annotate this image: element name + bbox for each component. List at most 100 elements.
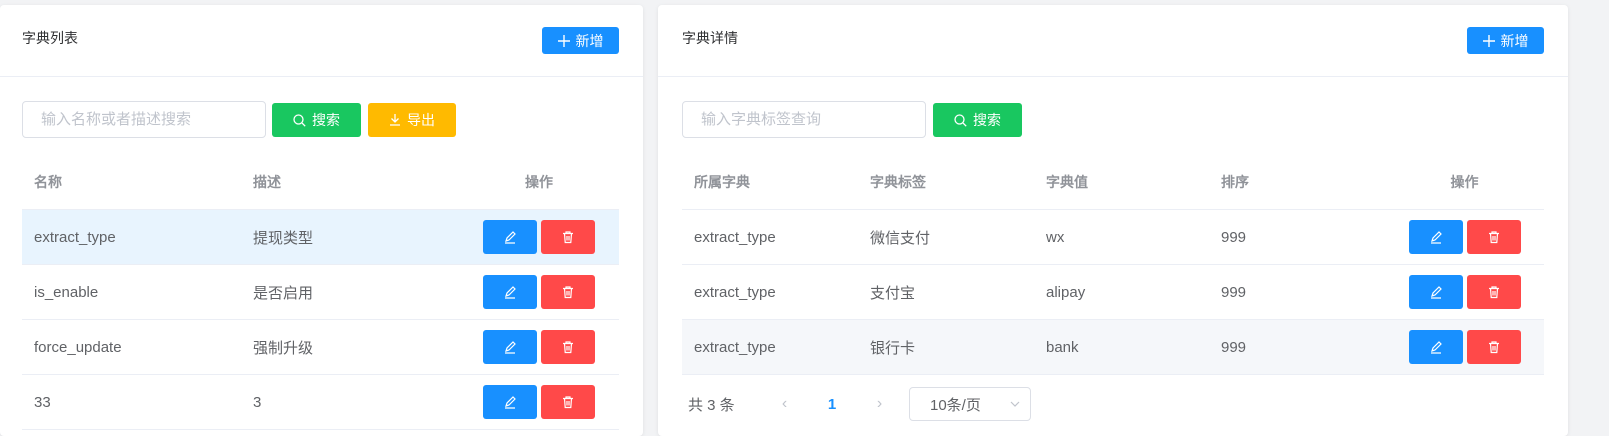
dict-detail-header: 字典详情 新增: [658, 5, 1568, 77]
dict-search-button[interactable]: 搜索: [272, 103, 361, 137]
table-row[interactable]: extract_type 银行卡 bank 999: [682, 320, 1544, 375]
table-row[interactable]: force_update 强制升级: [22, 320, 619, 375]
dict-detail-table-header: 所属字典 字典标签 字典值 排序 操作: [682, 155, 1544, 210]
dict-search-input[interactable]: [23, 102, 265, 137]
delete-button[interactable]: [541, 275, 595, 309]
table-row[interactable]: extract_type 提现类型: [22, 210, 619, 265]
cell-sort: 999: [1221, 228, 1247, 246]
cell-desc: 强制升级: [253, 339, 314, 357]
edit-button[interactable]: [1408, 220, 1463, 254]
cell-desc: 3: [253, 393, 262, 411]
cell-label: 银行卡: [870, 339, 916, 357]
trash-icon: [561, 230, 575, 244]
cell-name: is_enable: [34, 283, 99, 301]
table-row[interactable]: extract_type 微信支付 wx 999: [682, 210, 1544, 265]
add-dict-label: 新增: [575, 32, 604, 49]
edit-button[interactable]: [483, 385, 537, 419]
delete-button[interactable]: [541, 385, 595, 419]
plus-icon: [1482, 34, 1495, 47]
cell-name: force_update: [34, 338, 122, 356]
dict-list-title: 字典列表: [22, 30, 78, 46]
edit-icon: [1429, 285, 1443, 299]
cell-name: extract_type: [34, 228, 116, 246]
delete-button[interactable]: [1466, 330, 1521, 364]
dict-detail-title: 字典详情: [682, 30, 738, 46]
page-size-value: 10条/页: [930, 396, 981, 414]
add-dict-button[interactable]: 新增: [542, 27, 619, 54]
cell-value: bank: [1046, 338, 1079, 356]
plus-icon: [557, 34, 570, 47]
row-actions: [459, 220, 619, 254]
row-actions: [1385, 275, 1544, 309]
cell-sort: 999: [1221, 283, 1247, 301]
column-header-dict: 所属字典: [694, 174, 750, 190]
edit-button[interactable]: [1408, 330, 1463, 364]
dict-detail-table: 所属字典 字典标签 字典值 排序 操作 extract_type 微信支付 wx…: [682, 155, 1544, 375]
column-header-ops: 操作: [1450, 174, 1479, 190]
next-page-icon[interactable]: ›: [857, 395, 902, 413]
page-number[interactable]: 1: [807, 396, 857, 413]
dict-label-search-field[interactable]: [682, 101, 926, 138]
row-actions: [1385, 330, 1544, 364]
edit-icon: [503, 395, 517, 409]
column-header-name: 名称: [34, 174, 62, 190]
search-icon: [293, 113, 306, 127]
dict-table: 名称 描述 操作 extract_type 提现类型 is_enable 是否启…: [22, 155, 619, 430]
trash-icon: [1487, 340, 1501, 354]
export-label: 导出: [407, 112, 435, 128]
cell-desc: 提现类型: [253, 229, 314, 247]
column-header-sort: 排序: [1221, 174, 1249, 190]
edit-icon: [1429, 340, 1443, 354]
trash-icon: [561, 395, 575, 409]
dict-list-header: 字典列表 新增: [0, 5, 643, 77]
chevron-down-icon: [1010, 401, 1020, 407]
edit-button[interactable]: [483, 275, 537, 309]
add-dict-item-button[interactable]: 新增: [1467, 27, 1544, 54]
search-icon: [954, 113, 967, 127]
cell-label: 微信支付: [870, 229, 931, 247]
cell-dict: extract_type: [694, 228, 776, 246]
edit-button[interactable]: [483, 330, 537, 364]
dict-list-panel: 字典列表 新增 搜索 导出 名称 描述 操作 extract_type 提现类型: [0, 5, 643, 436]
trash-icon: [1487, 285, 1501, 299]
edit-icon: [503, 285, 517, 299]
row-actions: [459, 385, 619, 419]
delete-button[interactable]: [1466, 220, 1521, 254]
delete-button[interactable]: [541, 220, 595, 254]
dict-search-label: 搜索: [312, 112, 340, 128]
export-button[interactable]: 导出: [368, 103, 456, 137]
edit-icon: [503, 230, 517, 244]
page-size-select[interactable]: 10条/页: [909, 387, 1031, 421]
edit-icon: [1429, 230, 1443, 244]
dict-label-search-button[interactable]: 搜索: [933, 103, 1022, 137]
table-row[interactable]: extract_type 支付宝 alipay 999: [682, 265, 1544, 320]
dict-search-field[interactable]: [22, 101, 266, 138]
cell-label: 支付宝: [870, 284, 916, 302]
trash-icon: [1487, 230, 1501, 244]
row-actions: [459, 330, 619, 364]
table-row[interactable]: is_enable 是否启用: [22, 265, 619, 320]
edit-button[interactable]: [1408, 275, 1463, 309]
cell-value: alipay: [1046, 283, 1086, 301]
prev-page-icon[interactable]: ‹: [762, 395, 807, 413]
table-row[interactable]: 33 3: [22, 375, 619, 430]
trash-icon: [561, 285, 575, 299]
row-actions: [459, 275, 619, 309]
cell-sort: 999: [1221, 338, 1247, 356]
delete-button[interactable]: [1466, 275, 1521, 309]
download-icon: [389, 114, 401, 126]
delete-button[interactable]: [541, 330, 595, 364]
dict-table-header: 名称 描述 操作: [22, 155, 619, 210]
edit-button[interactable]: [483, 220, 537, 254]
cell-dict: extract_type: [694, 283, 776, 301]
pagination-total: 共 3 条: [688, 396, 735, 414]
cell-desc: 是否启用: [253, 284, 314, 302]
add-dict-item-label: 新增: [1500, 32, 1529, 49]
cell-name: 33: [34, 393, 51, 411]
dict-label-search-input[interactable]: [683, 102, 925, 137]
pagination: 共 3 条 ‹ 1 › 10条/页: [688, 387, 1031, 421]
cell-dict: extract_type: [694, 338, 776, 356]
row-actions: [1385, 220, 1544, 254]
column-header-value: 字典值: [1046, 174, 1088, 190]
edit-icon: [503, 340, 517, 354]
